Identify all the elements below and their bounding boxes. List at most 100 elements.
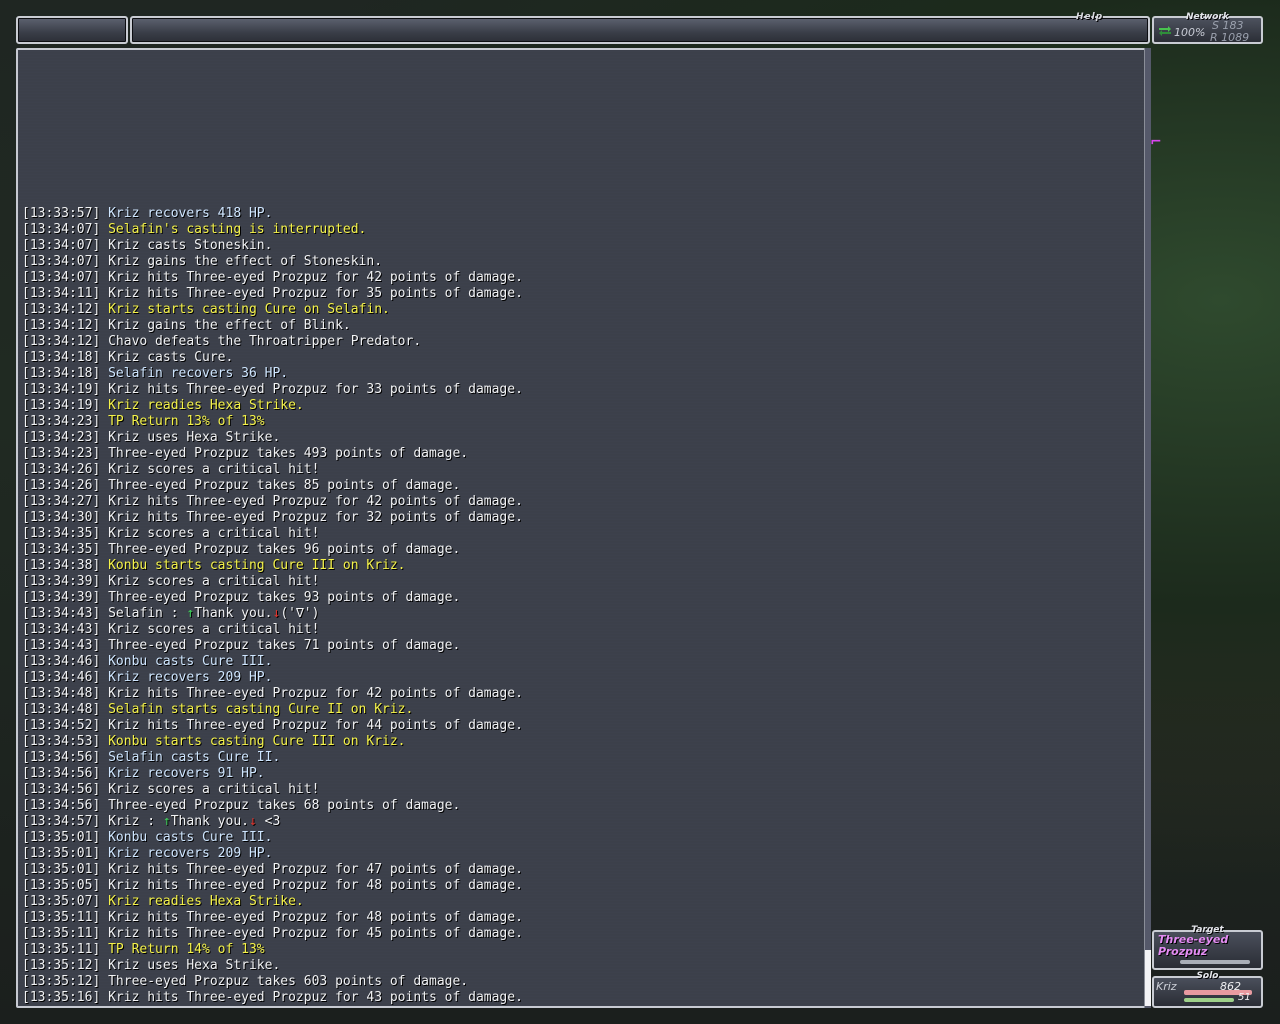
chat-timestamp: [13:34:26] <box>22 462 109 477</box>
chat-message: Kriz recovers 209 HP. <box>108 846 273 861</box>
chat-timestamp: [13:34:11] <box>22 286 109 301</box>
chat-timestamp: [13:34:56] <box>22 766 109 781</box>
chat-timestamp: [13:35:01] <box>22 830 109 845</box>
chat-line: [13:34:35] Three-eyed Prozpuz takes 96 p… <box>22 542 523 558</box>
chat-timestamp: [13:34:18] <box>22 350 109 365</box>
chat-message: Kriz hits Three-eyed Prozpuz for 33 poin… <box>108 382 523 397</box>
chat-timestamp: [13:34:39] <box>22 574 109 589</box>
chat-timestamp: [13:34:07] <box>22 270 109 285</box>
chat-message: Kriz scores a critical hit! <box>108 526 320 541</box>
chat-timestamp: [13:34:27] <box>22 494 109 509</box>
chat-scrollbar[interactable] <box>1144 48 1151 1008</box>
target-hp-bar <box>1180 960 1250 964</box>
chat-message: Three-eyed Prozpuz takes 96 points of da… <box>108 542 461 557</box>
chat-timestamp: [13:34:35] <box>22 542 109 557</box>
chat-line: [13:35:01] Konbu casts Cure III. <box>22 830 523 846</box>
chat-message: Kriz uses Hexa Strike. <box>108 430 281 445</box>
chat-message: Konbu casts Cure III. <box>108 830 273 845</box>
chat-line: [13:35:11] Kriz hits Three-eyed Prozpuz … <box>22 910 523 926</box>
chat-message: Kriz hits Three-eyed Prozpuz for 45 poin… <box>108 926 523 941</box>
network-icon <box>1159 26 1171 36</box>
chat-timestamp: [13:34:19] <box>22 382 109 397</box>
chat-timestamp: [13:34:23] <box>22 414 109 429</box>
help-label[interactable]: Help <box>1076 12 1103 22</box>
chat-message: Kriz gains the effect of Blink. <box>108 318 351 333</box>
chat-line: [13:34:35] Kriz scores a critical hit! <box>22 526 523 542</box>
chat-line: [13:35:16] Kriz hits Three-eyed Prozpuz … <box>22 990 523 1006</box>
chat-message: Kriz hits Three-eyed Prozpuz for 48 poin… <box>108 910 523 925</box>
party-widget[interactable]: Solo Kriz 862 51 <box>1152 971 1263 1008</box>
chat-line: [13:35:01] Kriz hits Three-eyed Prozpuz … <box>22 862 523 878</box>
chat-line: [13:34:11] Kriz hits Three-eyed Prozpuz … <box>22 286 523 302</box>
chat-timestamp: [13:34:48] <box>22 686 109 701</box>
chat-line: [13:35:05] Kriz hits Three-eyed Prozpuz … <box>22 878 523 894</box>
chat-message: TP Return 14% of 13% <box>108 942 265 957</box>
chat-timestamp: [13:34:30] <box>22 510 109 525</box>
chat-timestamp: [13:34:12] <box>22 318 109 333</box>
auto-translate-close-icon: ↓ <box>249 814 257 829</box>
chat-message: Selafin casts Cure II. <box>108 750 281 765</box>
network-percent: 100% <box>1174 26 1206 39</box>
chat-scroll-thumb[interactable] <box>1145 950 1151 1006</box>
chat-line: [13:35:12] Kriz uses Hexa Strike. <box>22 958 523 974</box>
chat-log-window[interactable]: [13:33:57] Kriz recovers 418 HP. [13:34:0… <box>16 48 1146 1008</box>
chat-line: [13:34:53] Konbu starts casting Cure III… <box>22 734 523 750</box>
chat-timestamp: [13:34:23] <box>22 430 109 445</box>
auto-translate-open-icon: ↑ <box>162 814 171 829</box>
chat-line: [13:34:18] Selafin recovers 36 HP. <box>22 366 523 382</box>
chat-line: [13:34:23] TP Return 13% of 13% <box>22 414 523 430</box>
chat-timestamp: [13:34:26] <box>22 478 109 493</box>
chat-timestamp: [13:35:01] <box>22 862 109 877</box>
chat-message: Kriz hits Three-eyed Prozpuz for 44 poin… <box>108 718 523 733</box>
chat-line: [13:34:38] Konbu starts casting Cure III… <box>22 558 523 574</box>
chat-line: [13:33:57] Kriz recovers 418 HP. <box>22 206 523 222</box>
chat-timestamp: [13:35:11] <box>22 926 109 941</box>
chat-input-bar[interactable] <box>130 16 1150 44</box>
chat-line: [13:34:56] Kriz recovers 91 HP. <box>22 766 523 782</box>
chat-timestamp: [13:34:23] <box>22 446 109 461</box>
game-screen: Help Network 100% S 183 R 1089 ⌐ [13:33:… <box>0 0 1280 1024</box>
target-widget[interactable]: Target Three-eyed Prozpuz <box>1152 925 1263 970</box>
chat-message: Selafin recovers 36 HP. <box>108 366 289 381</box>
chat-message: Konbu casts Cure III. <box>108 654 273 669</box>
chat-timestamp: [13:35:07] <box>22 894 109 909</box>
chat-line: [13:35:07] Kriz readies Hexa Strike. <box>22 894 523 910</box>
chat-line: [13:34:43] Kriz scores a critical hit! <box>22 622 523 638</box>
target-name: Three-eyed Prozpuz <box>1158 933 1229 958</box>
chat-message: Three-eyed Prozpuz takes 71 points of da… <box>108 638 461 653</box>
chat-message: Kriz uses Hexa Strike. <box>108 958 281 973</box>
chat-timestamp: [13:35:05] <box>22 878 109 893</box>
chat-line: [13:35:01] Kriz recovers 209 HP. <box>22 846 523 862</box>
marker-icon: ⌐ <box>1150 134 1162 150</box>
chat-message: Kriz recovers 91 HP. <box>108 766 265 781</box>
chat-timestamp: [13:34:53] <box>22 734 109 749</box>
chat-timestamp: [13:34:07] <box>22 238 109 253</box>
network-widget: Network 100% S 183 R 1089 <box>1152 12 1263 44</box>
chat-message: Selafin : ↑Thank you.↓('∇') <box>108 606 320 621</box>
chat-message: Konbu starts casting Cure III on Kriz. <box>108 734 406 749</box>
chat-timestamp: [13:34:12] <box>22 334 109 349</box>
chat-message: Three-eyed Prozpuz takes 493 points of d… <box>108 446 469 461</box>
chat-timestamp: [13:34:57] <box>22 814 109 829</box>
chat-message: Kriz scores a critical hit! <box>108 574 320 589</box>
chat-timestamp: [13:34:07] <box>22 254 109 269</box>
chat-message: Three-eyed Prozpuz takes 603 points of d… <box>108 974 469 989</box>
chat-line: [13:34:48] Selafin starts casting Cure I… <box>22 702 523 718</box>
chat-line: [13:34:46] Kriz recovers 209 HP. <box>22 670 523 686</box>
chat-message: TP Return 13% of 13% <box>108 414 265 429</box>
chat-line: [13:35:11] TP Return 14% of 13% <box>22 942 523 958</box>
chat-mode-box[interactable] <box>16 16 128 44</box>
chat-timestamp: [13:34:46] <box>22 670 109 685</box>
chat-line: [13:34:07] Kriz hits Three-eyed Prozpuz … <box>22 270 523 286</box>
chat-message: Konbu starts casting Cure III on Kriz. <box>108 558 406 573</box>
chat-message: Kriz starts casting Cure on Selafin. <box>108 302 390 317</box>
chat-line: [13:34:48] Kriz hits Three-eyed Prozpuz … <box>22 686 523 702</box>
chat-timestamp: [13:34:07] <box>22 222 109 237</box>
chat-message: Kriz scores a critical hit! <box>108 782 320 797</box>
chat-message: Kriz readies Hexa Strike. <box>108 894 304 909</box>
chat-timestamp: [13:34:56] <box>22 798 109 813</box>
chat-line: [13:34:12] Kriz gains the effect of Blin… <box>22 318 523 334</box>
chat-timestamp: [13:33:57] <box>22 206 109 221</box>
chat-line: [13:35:12] Three-eyed Prozpuz takes 603 … <box>22 974 523 990</box>
chat-line: [13:34:43] Three-eyed Prozpuz takes 71 p… <box>22 638 523 654</box>
